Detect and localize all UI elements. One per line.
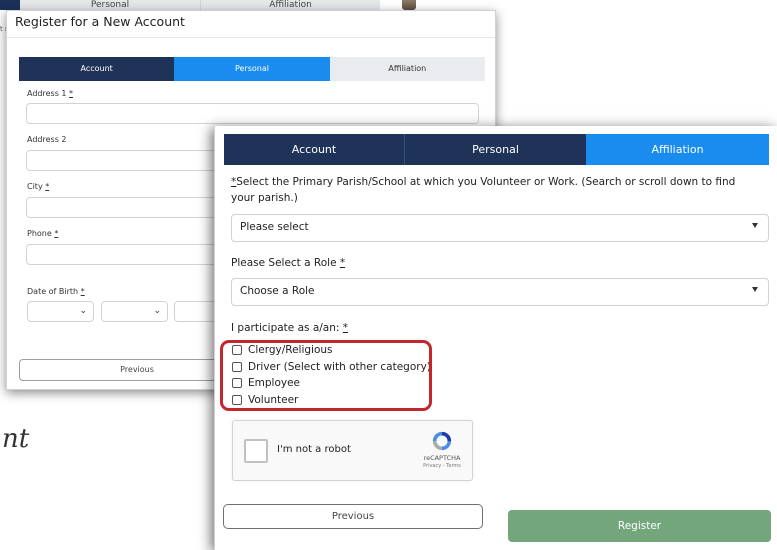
- register-button[interactable]: Register: [508, 510, 771, 542]
- front-step-tabs: Account Personal Affiliation: [224, 134, 769, 165]
- role-prompt: Please Select a Role *: [231, 257, 346, 269]
- background-tab-account: [0, 0, 20, 10]
- caret-down-icon: [752, 223, 758, 228]
- tab-affiliation[interactable]: Affiliation: [329, 57, 485, 81]
- role-select[interactable]: Choose a Role: [231, 278, 769, 306]
- register-card-affiliation: Account Personal Affiliation *Select the…: [214, 126, 777, 550]
- address1-input[interactable]: [26, 103, 479, 124]
- recaptcha-checkbox[interactable]: [244, 439, 268, 463]
- address2-input[interactable]: [26, 150, 226, 171]
- background-photo-thumbnail: [402, 0, 416, 10]
- previous-button[interactable]: Previous: [223, 504, 483, 529]
- back-step-tabs: Account Personal Affiliation: [19, 57, 485, 81]
- participate-prompt: I participate as a/an: *: [231, 322, 349, 334]
- options-highlight-box: [220, 340, 432, 411]
- role-select-value: Choose a Role: [240, 285, 315, 297]
- recaptcha-widget: I'm not a robot reCAPTCHA Privacy - Term…: [232, 420, 473, 481]
- phone-label: Phone *: [27, 229, 59, 238]
- chevron-down-icon: ⌄: [153, 306, 161, 316]
- background-italic-text: nt: [2, 424, 30, 454]
- address1-label: Address 1 *: [27, 89, 74, 98]
- chevron-down-icon: ⌄: [79, 306, 87, 316]
- parish-select[interactable]: Please select: [231, 214, 769, 242]
- tab-personal[interactable]: Personal: [405, 134, 586, 165]
- recaptcha-logo-icon: [432, 431, 452, 451]
- dob-month-select[interactable]: ⌄: [27, 301, 94, 322]
- background-tab-personal: Personal: [20, 0, 200, 10]
- dob-day-select[interactable]: ⌄: [101, 301, 168, 322]
- dob-label: Date of Birth *: [27, 287, 85, 296]
- tab-account[interactable]: Account: [224, 134, 405, 165]
- tab-affiliation[interactable]: Affiliation: [586, 134, 769, 165]
- tab-account[interactable]: Account: [19, 57, 175, 81]
- tab-personal[interactable]: Personal: [174, 57, 330, 81]
- phone-input[interactable]: [26, 244, 226, 265]
- background-tab-affiliation: Affiliation: [200, 0, 380, 10]
- recaptcha-terms-link[interactable]: Privacy - Terms: [413, 463, 471, 469]
- parish-prompt: *Select the Primary Parish/School at whi…: [231, 176, 736, 204]
- title-divider: [7, 37, 495, 38]
- city-input[interactable]: [26, 197, 226, 218]
- register-title: Register for a New Account: [15, 14, 185, 29]
- recaptcha-label: I'm not a robot: [277, 444, 351, 455]
- caret-down-icon: [752, 287, 758, 292]
- background-tab-strip: Personal Affiliation: [0, 0, 380, 10]
- parish-select-value: Please select: [240, 221, 309, 233]
- address2-label: Address 2: [27, 135, 67, 144]
- recaptcha-brand: reCAPTCHA: [423, 454, 461, 462]
- city-label: City *: [27, 182, 50, 191]
